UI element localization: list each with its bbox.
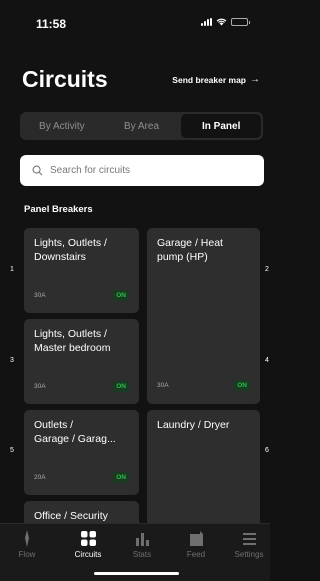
status-time: 11:58 [36,17,67,31]
bottom-tab-bar: Flow Circuits Stats Feed Settings [0,523,270,581]
panel-number: 6 [265,447,269,454]
flow-icon [25,530,29,547]
tab-settings[interactable]: Settings [224,530,274,559]
tab-label: Settings [234,550,264,559]
status-badge: ON [113,290,129,301]
header: Circuits Send breaker map → [22,66,260,96]
breaker-name: Garage / Heat pump (HP) [157,237,223,263]
tab-label: Stats [132,550,152,559]
tab-feed[interactable]: Feed [171,530,221,559]
tab-flow[interactable]: Flow [2,530,52,559]
panel-number: 1 [10,266,14,273]
breaker-name: Laundry / Dryer [157,419,230,431]
tab-circuits[interactable]: Circuits [63,530,113,559]
home-indicator [94,572,179,575]
panel-number: 3 [10,357,14,364]
tab-label: Feed [186,550,206,559]
status-badge: ON [113,472,129,483]
breaker-amperage: 30A [34,383,46,390]
circuits-icon [80,531,96,546]
status-icons [201,18,250,26]
panel-number: 4 [265,357,269,364]
status-bar: 11:58 [0,0,270,44]
breaker-amperage: 30A [157,382,169,389]
status-badge: ON [113,381,129,392]
tab-stats[interactable]: Stats [117,530,167,559]
breaker-card[interactable]: Lights, Outlets / Downstairs 30A ON [24,228,139,313]
battery-icon [231,18,250,26]
search-input[interactable] [50,165,250,176]
tab-label: Circuits [74,550,102,559]
send-breaker-map-label: Send breaker map [172,74,246,85]
breaker-name: Lights, Outlets / Downstairs [34,237,107,263]
settings-icon [242,533,256,545]
search-icon [32,165,43,176]
tab-by-activity[interactable]: By Activity [22,114,102,138]
search-bar[interactable] [20,155,264,186]
page-title: Circuits [22,66,108,92]
arrow-right-icon: → [250,74,260,85]
breaker-card[interactable]: Outlets / Garage / Garag... 20A ON [24,410,139,495]
feed-icon [189,531,203,546]
panel-number: 2 [265,266,269,273]
wifi-icon [216,18,227,26]
panel-number: 5 [10,447,14,454]
view-segmented-control: By Activity By Area In Panel [20,112,263,140]
breaker-card[interactable]: Garage / Heat pump (HP) 30A ON [147,228,260,404]
breaker-amperage: 30A [34,292,46,299]
breaker-name: Outlets / Garage / Garag... [34,419,116,445]
breaker-card[interactable]: Laundry / Dryer [147,410,260,530]
send-breaker-map-link[interactable]: Send breaker map → [172,74,260,85]
stats-icon [135,533,149,546]
breaker-name: Lights, Outlets / Master bedroom [34,328,111,354]
tab-by-area[interactable]: By Area [102,114,182,138]
tab-in-panel[interactable]: In Panel [181,114,262,138]
section-heading: Panel Breakers [24,204,93,215]
status-badge: ON [234,380,250,391]
tab-label: Flow [18,550,36,559]
breaker-card[interactable]: Lights, Outlets / Master bedroom 30A ON [24,319,139,404]
breaker-amperage: 20A [34,474,46,481]
signal-icon [201,18,212,26]
breaker-name: Office / Security [34,510,108,522]
